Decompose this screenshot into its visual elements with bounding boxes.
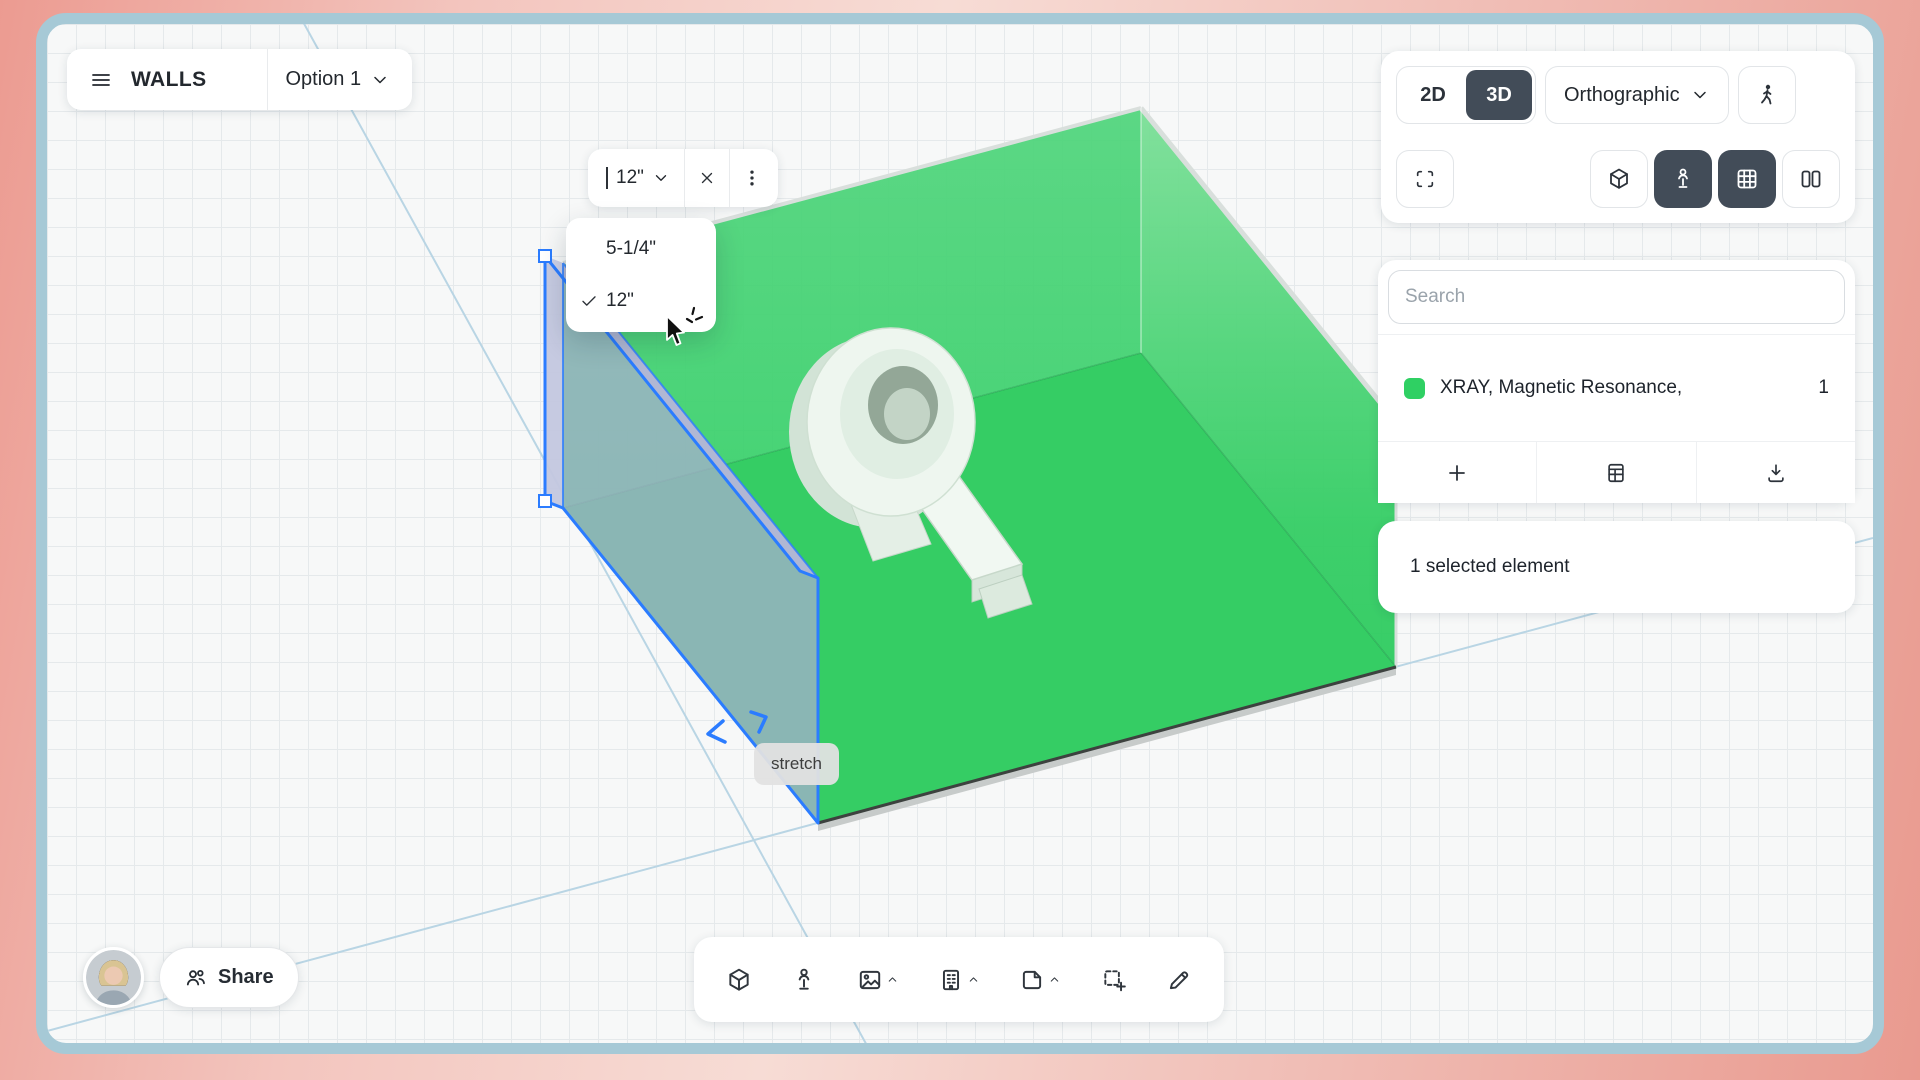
projection-label: Orthographic xyxy=(1564,84,1680,107)
fullscreen-button[interactable] xyxy=(1396,150,1454,208)
export-button[interactable] xyxy=(1696,442,1855,503)
layer-count: 1 xyxy=(1818,377,1829,399)
modeling-toolbar xyxy=(694,937,1224,1022)
image-tool-button[interactable] xyxy=(857,967,899,993)
mode-2d-button[interactable]: 2D xyxy=(1400,70,1466,120)
more-menu-button[interactable] xyxy=(730,149,774,207)
design-canvas[interactable]: stretch WALLS Option 1 12" xyxy=(36,13,1884,1054)
check-icon xyxy=(580,292,598,310)
thickness-dropdown-menu: 5-1/4" 12" xyxy=(566,218,716,332)
view-tools-row xyxy=(1396,150,1840,208)
building-icon xyxy=(938,967,964,993)
render-mode-group xyxy=(1590,150,1840,208)
search-input[interactable] xyxy=(1388,270,1845,324)
person-tool-button[interactable] xyxy=(791,967,817,993)
thickness-value: 12" xyxy=(616,167,644,189)
selection-text: 1 selected element xyxy=(1410,556,1570,578)
mode-3d-button[interactable]: 3D xyxy=(1466,70,1532,120)
option-label: Option 1 xyxy=(286,68,362,91)
objects-panel-footer xyxy=(1378,441,1855,503)
avatar-button[interactable] xyxy=(83,947,144,1008)
building-tool-button[interactable] xyxy=(938,967,980,993)
user-avatar xyxy=(86,950,141,1005)
chevron-up-icon xyxy=(967,973,980,986)
wall-handle[interactable] xyxy=(539,495,551,507)
note-icon xyxy=(1019,967,1045,993)
option-dropdown[interactable]: Option 1 xyxy=(286,68,391,91)
layout-views-button[interactable] xyxy=(1782,150,1840,208)
image-icon xyxy=(857,967,883,993)
section-tool-button[interactable] xyxy=(1101,967,1127,993)
view-controls-panel: 2D 3D Orthographic xyxy=(1381,51,1855,223)
person-walking-icon xyxy=(1755,83,1779,107)
layer-label: XRAY, Magnetic Resonance, xyxy=(1440,377,1818,399)
spreadsheet-icon xyxy=(1605,462,1627,484)
text-caret xyxy=(606,167,608,189)
project-toolbar: WALLS Option 1 xyxy=(67,49,412,110)
project-title: WALLS xyxy=(131,68,207,92)
hamburger-icon xyxy=(89,68,113,92)
wall-thickness-toolbar: 12" xyxy=(588,149,778,207)
volume-tool-button[interactable] xyxy=(726,967,752,993)
fullscreen-icon xyxy=(1414,168,1436,190)
selection-info-panel: 1 selected element xyxy=(1378,521,1855,613)
axonometric-button[interactable] xyxy=(1590,150,1648,208)
note-tool-button[interactable] xyxy=(1019,967,1061,993)
close-icon xyxy=(698,169,716,187)
columns-icon xyxy=(1799,167,1823,191)
people-icon xyxy=(184,966,208,990)
chevron-down-icon xyxy=(652,169,670,187)
person-view-button[interactable] xyxy=(1654,150,1712,208)
share-label: Share xyxy=(218,966,274,989)
add-button[interactable] xyxy=(1378,442,1536,503)
grid-icon xyxy=(1735,167,1759,191)
chevron-up-icon xyxy=(886,973,899,986)
chevron-up-icon xyxy=(1048,973,1061,986)
search-wrap xyxy=(1378,260,1855,334)
view-mode-row: 2D 3D Orthographic xyxy=(1396,66,1840,124)
dropdown-item[interactable]: 12" xyxy=(566,275,716,327)
share-button[interactable]: Share xyxy=(159,947,299,1008)
objects-panel: XRAY, Magnetic Resonance, 1 xyxy=(1378,260,1855,503)
plus-icon xyxy=(1445,461,1469,485)
toolbar-divider xyxy=(267,49,268,110)
stretch-tooltip: stretch xyxy=(754,743,839,785)
person-pin-icon xyxy=(1671,167,1695,191)
chevron-down-icon xyxy=(1690,85,1710,105)
pencil-icon xyxy=(1166,967,1192,993)
chevron-down-icon xyxy=(370,70,390,90)
schedule-button[interactable] xyxy=(1536,442,1695,503)
dropdown-item[interactable]: 5-1/4" xyxy=(566,223,716,275)
thickness-value-dropdown[interactable]: 12" xyxy=(592,167,684,189)
marquee-plus-icon xyxy=(1101,967,1127,993)
grid-view-button[interactable] xyxy=(1718,150,1776,208)
cube-icon xyxy=(1607,167,1631,191)
dropdown-item-label: 5-1/4" xyxy=(606,238,656,260)
dropdown-item-label: 12" xyxy=(606,290,634,312)
wall-handle[interactable] xyxy=(539,250,551,262)
layer-row[interactable]: XRAY, Magnetic Resonance, 1 xyxy=(1378,334,1855,441)
layer-swatch xyxy=(1404,378,1425,399)
walkthrough-button[interactable] xyxy=(1738,66,1796,124)
hamburger-menu-button[interactable] xyxy=(89,68,113,92)
mode-toggle: 2D 3D xyxy=(1396,66,1536,124)
kebab-icon xyxy=(742,168,762,188)
person-pin-icon xyxy=(791,967,817,993)
close-button[interactable] xyxy=(685,149,729,207)
draw-tool-button[interactable] xyxy=(1166,967,1192,993)
download-icon xyxy=(1765,462,1787,484)
projection-dropdown[interactable]: Orthographic xyxy=(1545,66,1729,124)
cube-icon xyxy=(726,967,752,993)
stretch-label: stretch xyxy=(771,754,822,774)
